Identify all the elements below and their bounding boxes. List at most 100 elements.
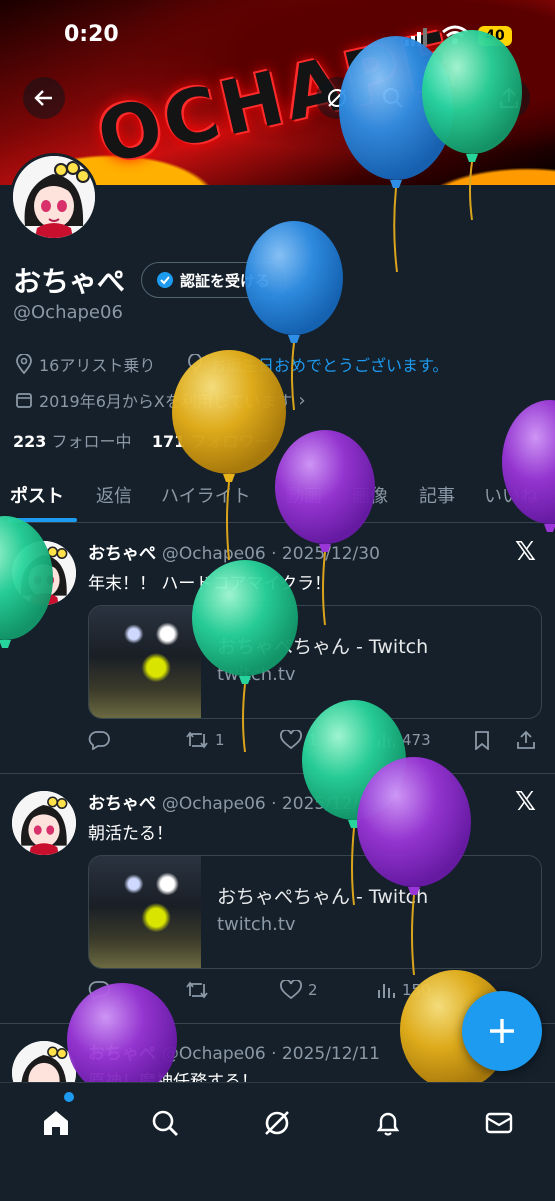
link-card-domain: twitch.tv [217, 664, 296, 685]
share-icon [500, 87, 518, 108]
x-logo-icon: 𝕏 [515, 537, 536, 567]
avatar-illustration [12, 1041, 76, 1082]
followers-label: フォロワー [190, 432, 271, 451]
post-header: おちゃぺ @Ochape06 · 2025/12/30 [88, 539, 380, 564]
followers-link[interactable]: 171 フォロワー [152, 432, 271, 451]
link-card-title: おちゃぺちゃん - Twitch [217, 886, 429, 908]
nav-explore[interactable] [145, 1103, 185, 1143]
share-post-button[interactable] [516, 730, 536, 750]
views-chart-icon [378, 734, 395, 748]
avatar-illustration [13, 156, 95, 238]
post-meta: @Ochape06 · 2025/12/11 [161, 1044, 380, 1064]
tab-replies[interactable]: 返信 [96, 482, 132, 508]
profile-location: 16アリスト乗り [15, 352, 155, 376]
verified-badge-icon [157, 272, 173, 288]
profile-avatar[interactable] [10, 153, 98, 241]
following-label: フォロー中 [51, 432, 132, 451]
following-link[interactable]: 223 フォロー中 [13, 432, 132, 451]
post-avatar[interactable] [12, 791, 76, 855]
link-card[interactable]: おちゃぺちゃん - Twitch twitch.tv [88, 855, 542, 969]
tab-likes[interactable]: いいね [484, 482, 538, 508]
back-arrow-icon [34, 90, 52, 106]
nav-home[interactable] [36, 1103, 76, 1143]
post-author: おちゃぺ [88, 1044, 156, 1064]
avatar-illustration [12, 791, 76, 855]
profile-name: おちゃぺ [13, 265, 126, 298]
link-card-thumbnail [89, 606, 201, 718]
tab-posts[interactable]: ポスト [10, 482, 64, 508]
views-button[interactable]: 473 [376, 730, 431, 750]
signal-icon [405, 28, 429, 50]
heart-icon [280, 730, 302, 750]
calendar-icon [16, 393, 32, 408]
location-pin-icon [16, 354, 32, 374]
repost-button[interactable]: 1 [185, 730, 225, 750]
nav-notifications[interactable] [368, 1103, 408, 1143]
home-icon [44, 1111, 68, 1135]
views-chart-icon [378, 984, 395, 998]
battery-indicator: 40 [478, 26, 512, 46]
repost-button[interactable] [185, 980, 215, 1000]
tab-highlights[interactable]: ハイライト [161, 482, 251, 508]
balloon-blue-mid [245, 221, 343, 411]
followers-count: 171 [151, 432, 186, 451]
plus-icon [490, 1019, 514, 1043]
post-meta: @Ochape06 · 2025/12/30 [161, 544, 380, 564]
profile-joined[interactable]: 2019年6月からXを利用しています › [15, 388, 306, 412]
search-icon [382, 87, 403, 108]
get-verified-button[interactable]: 認証を受ける [141, 262, 288, 298]
profile-birthday[interactable]: お誕生日おめでとうございます。 [186, 352, 448, 376]
link-card-title: おちゃぺちゃん - Twitch [217, 636, 429, 658]
tab-videos[interactable]: 動画 [286, 482, 322, 508]
repost-icon [186, 981, 208, 999]
profile-tabs: ポスト 返信 ハイライト 動画 画像 記事 いいね [0, 470, 555, 523]
like-button[interactable]: 2 [280, 980, 318, 1000]
follow-stats: 223 フォロー中 171 フォロワー [13, 428, 270, 452]
bell-icon [376, 1112, 400, 1136]
reply-button[interactable] [88, 730, 116, 750]
post-text: 年末！！ ハードコアマイクラ！ [88, 574, 332, 594]
nav-messages[interactable] [479, 1103, 519, 1143]
avatar-illustration [12, 541, 76, 605]
reply-button[interactable] [88, 980, 116, 1000]
link-card[interactable]: おちゃぺちゃん - Twitch twitch.tv [88, 605, 542, 719]
post-avatar[interactable] [12, 1041, 76, 1082]
chevron-right-icon: › [298, 389, 306, 411]
profile-handle: @Ochape06 [13, 302, 123, 323]
post-author: おちゃぺ [88, 544, 156, 564]
like-button[interactable]: 1 [280, 730, 318, 750]
share-button[interactable] [488, 77, 530, 119]
post-header: おちゃぺ @Ochape06 · 2025/12/16 [88, 789, 380, 814]
post-item[interactable]: おちゃぺ @Ochape06 · 2025/12/16 𝕏 朝活たる！ おちゃぺ… [0, 773, 555, 1024]
following-count: 223 [13, 432, 47, 451]
link-card-thumbnail [89, 856, 201, 968]
heart-icon [280, 980, 302, 1000]
profile-search-button[interactable] [372, 77, 414, 119]
location-text: 16アリスト乗り [39, 356, 156, 375]
compose-post-button[interactable] [462, 991, 542, 1071]
share-icon [517, 730, 535, 749]
back-button[interactable] [23, 77, 65, 119]
post-item[interactable]: おちゃぺ @Ochape06 · 2025/12/30 𝕏 年末！！ ハードコア… [0, 523, 555, 774]
post-author: おちゃぺ [88, 794, 156, 814]
wifi-icon [442, 25, 468, 49]
search-icon [152, 1110, 178, 1136]
post-header: おちゃぺ @Ochape06 · 2025/12/11 [88, 1039, 380, 1064]
grok-button[interactable] [316, 77, 358, 119]
nav-grok[interactable] [257, 1103, 297, 1143]
post-meta: @Ochape06 · 2025/12/16 [161, 794, 380, 814]
bookmark-button[interactable] [473, 730, 491, 750]
envelope-icon [485, 1112, 513, 1134]
birthday-text: お誕生日おめでとうございます。 [210, 356, 449, 375]
tab-images[interactable]: 画像 [352, 482, 388, 508]
tab-articles[interactable]: 記事 [419, 482, 455, 508]
reply-icon [88, 981, 110, 1000]
views-button[interactable]: 150 [376, 980, 431, 1000]
post-avatar[interactable] [12, 541, 76, 605]
active-tab-indicator [8, 518, 77, 522]
bottom-navigation [0, 1082, 555, 1201]
link-card-domain: twitch.tv [217, 914, 296, 935]
balloon-icon [188, 354, 202, 373]
joined-text: 2019年6月からXを利用しています [39, 392, 293, 411]
x-logo-icon: 𝕏 [515, 787, 536, 817]
